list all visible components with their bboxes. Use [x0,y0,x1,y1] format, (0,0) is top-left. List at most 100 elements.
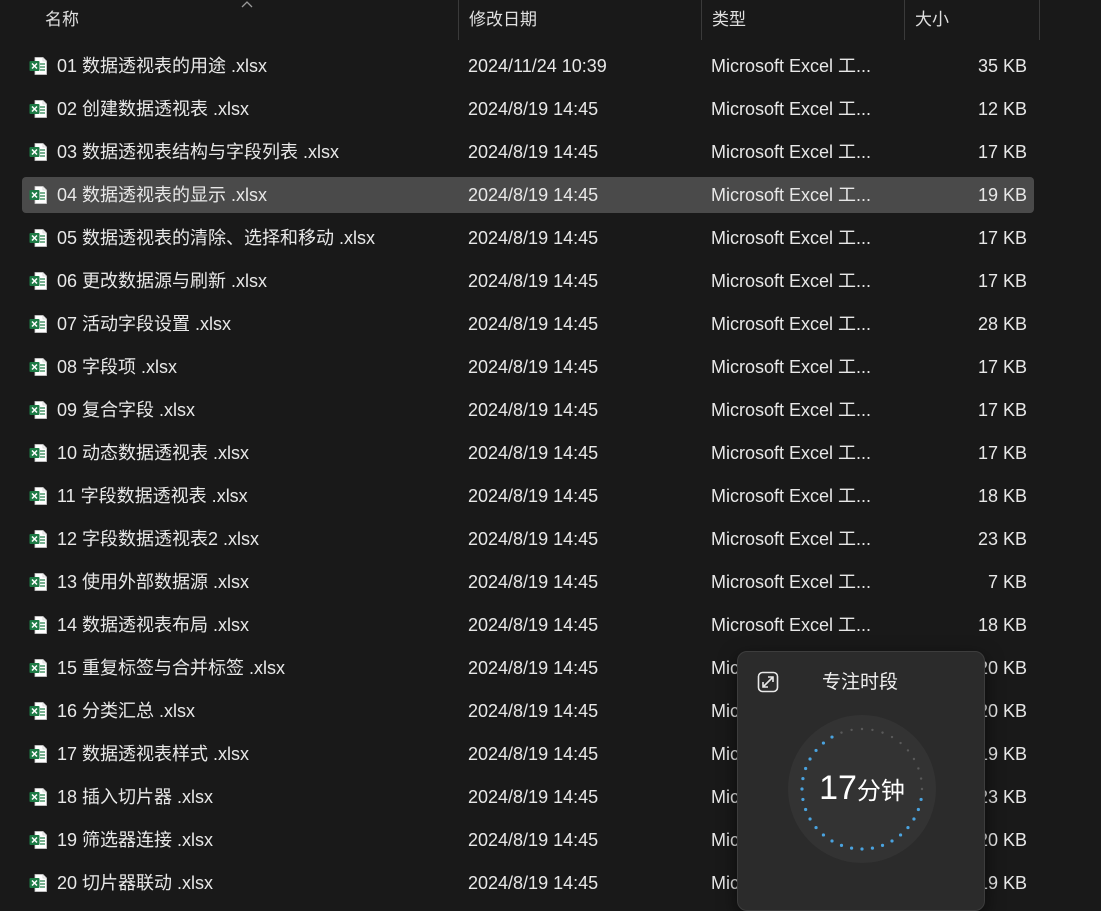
excel-file-icon [29,659,47,677]
excel-file-icon [29,831,47,849]
file-name: 18 插入切片器 .xlsx [57,787,214,807]
file-modified-date: 2024/8/19 14:45 [468,615,599,635]
excel-file-icon [29,874,47,892]
file-name: 01 数据透视表的用途 .xlsx [57,56,268,76]
file-size: 17 KB [977,271,1027,291]
column-header-type[interactable]: 类型 [702,0,904,40]
file-modified-date: 2024/8/19 14:45 [468,185,599,205]
file-name: 14 数据透视表布局 .xlsx [57,615,250,635]
sort-ascending-icon [241,1,253,8]
file-size: 17 KB [977,357,1027,377]
excel-file-icon [29,57,47,75]
file-name: 19 筛选器连接 .xlsx [57,830,214,850]
excel-file-icon [29,745,47,763]
file-row[interactable]: 10 动态数据透视表 .xlsx 2024/8/19 14:45 Microsoft… [22,435,1034,471]
file-type: Microsoft Excel 工... [711,486,872,506]
file-row[interactable]: 12 字段数据透视表2 .xlsx 2024/8/19 14:45 Microsof… [22,521,1034,557]
timer-dot [808,757,812,761]
timer-dot [899,741,902,745]
timer-dot [821,833,826,837]
file-size: 19 KB [977,185,1027,205]
file-row[interactable]: 14 数据透视表布局 .xlsx 2024/8/19 14:45 Microsoft… [22,607,1034,643]
file-name: 12 字段数据透视表2 .xlsx [57,529,260,549]
timer-dot [912,817,916,821]
timer-dot [906,749,910,752]
timer-dot [912,757,916,761]
focus-title: 专注时段 [822,672,899,693]
file-row[interactable]: 03 数据透视表结构与字段列表 .xlsx 2024/8/19 14:45 Micr… [22,134,1034,170]
file-size: 17 KB [977,142,1027,162]
excel-file-icon [29,358,47,376]
column-header-bar: 名称 修改日期 类型 大小 [0,0,1101,40]
timer-unit: 分钟 [856,778,905,805]
timer-dot [849,846,854,850]
file-modified-date: 2024/8/19 14:45 [468,314,599,334]
file-modified-date: 2024/8/19 14:45 [468,787,599,807]
file-modified-date: 2024/8/19 14:45 [468,486,599,506]
timer-dot [830,735,834,739]
file-modified-date: 2024/8/19 14:45 [468,228,599,248]
timer-dot [898,833,903,837]
file-type: Microsoft Excel 工... [711,615,872,635]
file-row[interactable]: 05 数据透视表的清除、选择和移动 .xlsx 2024/8/19 14:45 Mi… [22,220,1034,256]
timer-dot [850,728,853,732]
timer-dot [871,728,874,732]
file-size: 18 KB [977,486,1027,506]
file-name: 16 分类汇总 .xlsx [57,701,196,721]
file-row[interactable]: 09 复合字段 .xlsx 2024/8/19 14:45 Microsoft Ex… [22,392,1034,428]
timer-dot [840,731,843,734]
file-row[interactable]: 07 活动字段设置 .xlsx 2024/8/19 14:45 Microsoft … [22,306,1034,342]
file-type: Microsoft Excel 工... [711,142,872,162]
file-size: 17 KB [977,400,1027,420]
file-modified-date: 2024/8/19 14:45 [468,400,599,420]
file-type: Mic [711,830,739,850]
timer-dot [916,807,920,812]
file-size: 17 KB [977,443,1027,463]
file-size: 18 KB [977,615,1027,635]
file-type: Microsoft Excel 工... [711,185,872,205]
excel-file-icon [29,530,47,548]
file-size: 19 KB [977,873,1027,893]
file-row[interactable]: 13 使用外部数据源 .xlsx 2024/8/19 14:45 Microsoft… [22,564,1034,600]
file-type: Microsoft Excel 工... [711,271,872,291]
file-modified-date: 2024/8/19 14:45 [468,572,599,592]
file-size: 23 KB [977,787,1027,807]
file-size: 20 KB [977,658,1027,678]
file-type: Mic [711,873,739,893]
file-type: Microsoft Excel 工... [711,400,872,420]
file-size: 20 KB [977,701,1027,721]
timer-dot [808,817,812,821]
timer-dot [804,807,808,812]
column-header-size[interactable]: 大小 [905,0,1039,40]
focus-timer-ring[interactable]: 17分钟 [788,715,936,863]
excel-file-icon [29,401,47,419]
file-name: 15 重复标签与合并标签 .xlsx [57,658,286,678]
file-row[interactable]: 02 创建数据透视表 .xlsx 2024/8/19 14:45 Microsoft… [22,91,1034,127]
file-row[interactable]: 08 字段项 .xlsx 2024/8/19 14:45 Microsoft Exc… [22,349,1034,385]
file-row[interactable]: 04 数据透视表的显示 .xlsx 2024/8/19 14:45 Microsof… [22,177,1034,213]
file-row[interactable]: 11 字段数据透视表 .xlsx 2024/8/19 14:45 Microsoft… [22,478,1034,514]
column-header-modified[interactable]: 修改日期 [459,0,701,40]
column-divider[interactable] [1039,0,1040,40]
focus-session-widget[interactable]: 专注时段 17分钟 [737,651,985,911]
file-name: 17 数据透视表样式 .xlsx [57,744,250,764]
file-name: 11 字段数据透视表 .xlsx [57,486,248,506]
expand-icon[interactable] [757,671,779,693]
file-name: 13 使用外部数据源 .xlsx [57,572,250,592]
file-size: 35 KB [977,56,1027,76]
timer-dot [890,735,894,739]
file-name: 03 数据透视表结构与字段列表 .xlsx [57,142,340,162]
file-modified-date: 2024/8/19 14:45 [468,529,599,549]
timer-dot [830,839,834,843]
excel-file-icon [29,444,47,462]
timer-dot [906,825,910,830]
file-name: 08 字段项 .xlsx [57,357,178,377]
file-modified-date: 2024/11/24 10:39 [468,56,607,76]
file-type: Mic [711,701,739,721]
file-name: 02 创建数据透视表 .xlsx [57,99,250,119]
file-row[interactable]: 01 数据透视表的用途 .xlsx 2024/11/24 10:39 Microso… [22,48,1034,84]
timer-minutes: 17 [819,769,857,807]
file-type: Microsoft Excel 工... [711,228,872,248]
file-modified-date: 2024/8/19 14:45 [468,142,599,162]
file-row[interactable]: 06 更改数据源与刷新 .xlsx 2024/8/19 14:45 Microsof… [22,263,1034,299]
